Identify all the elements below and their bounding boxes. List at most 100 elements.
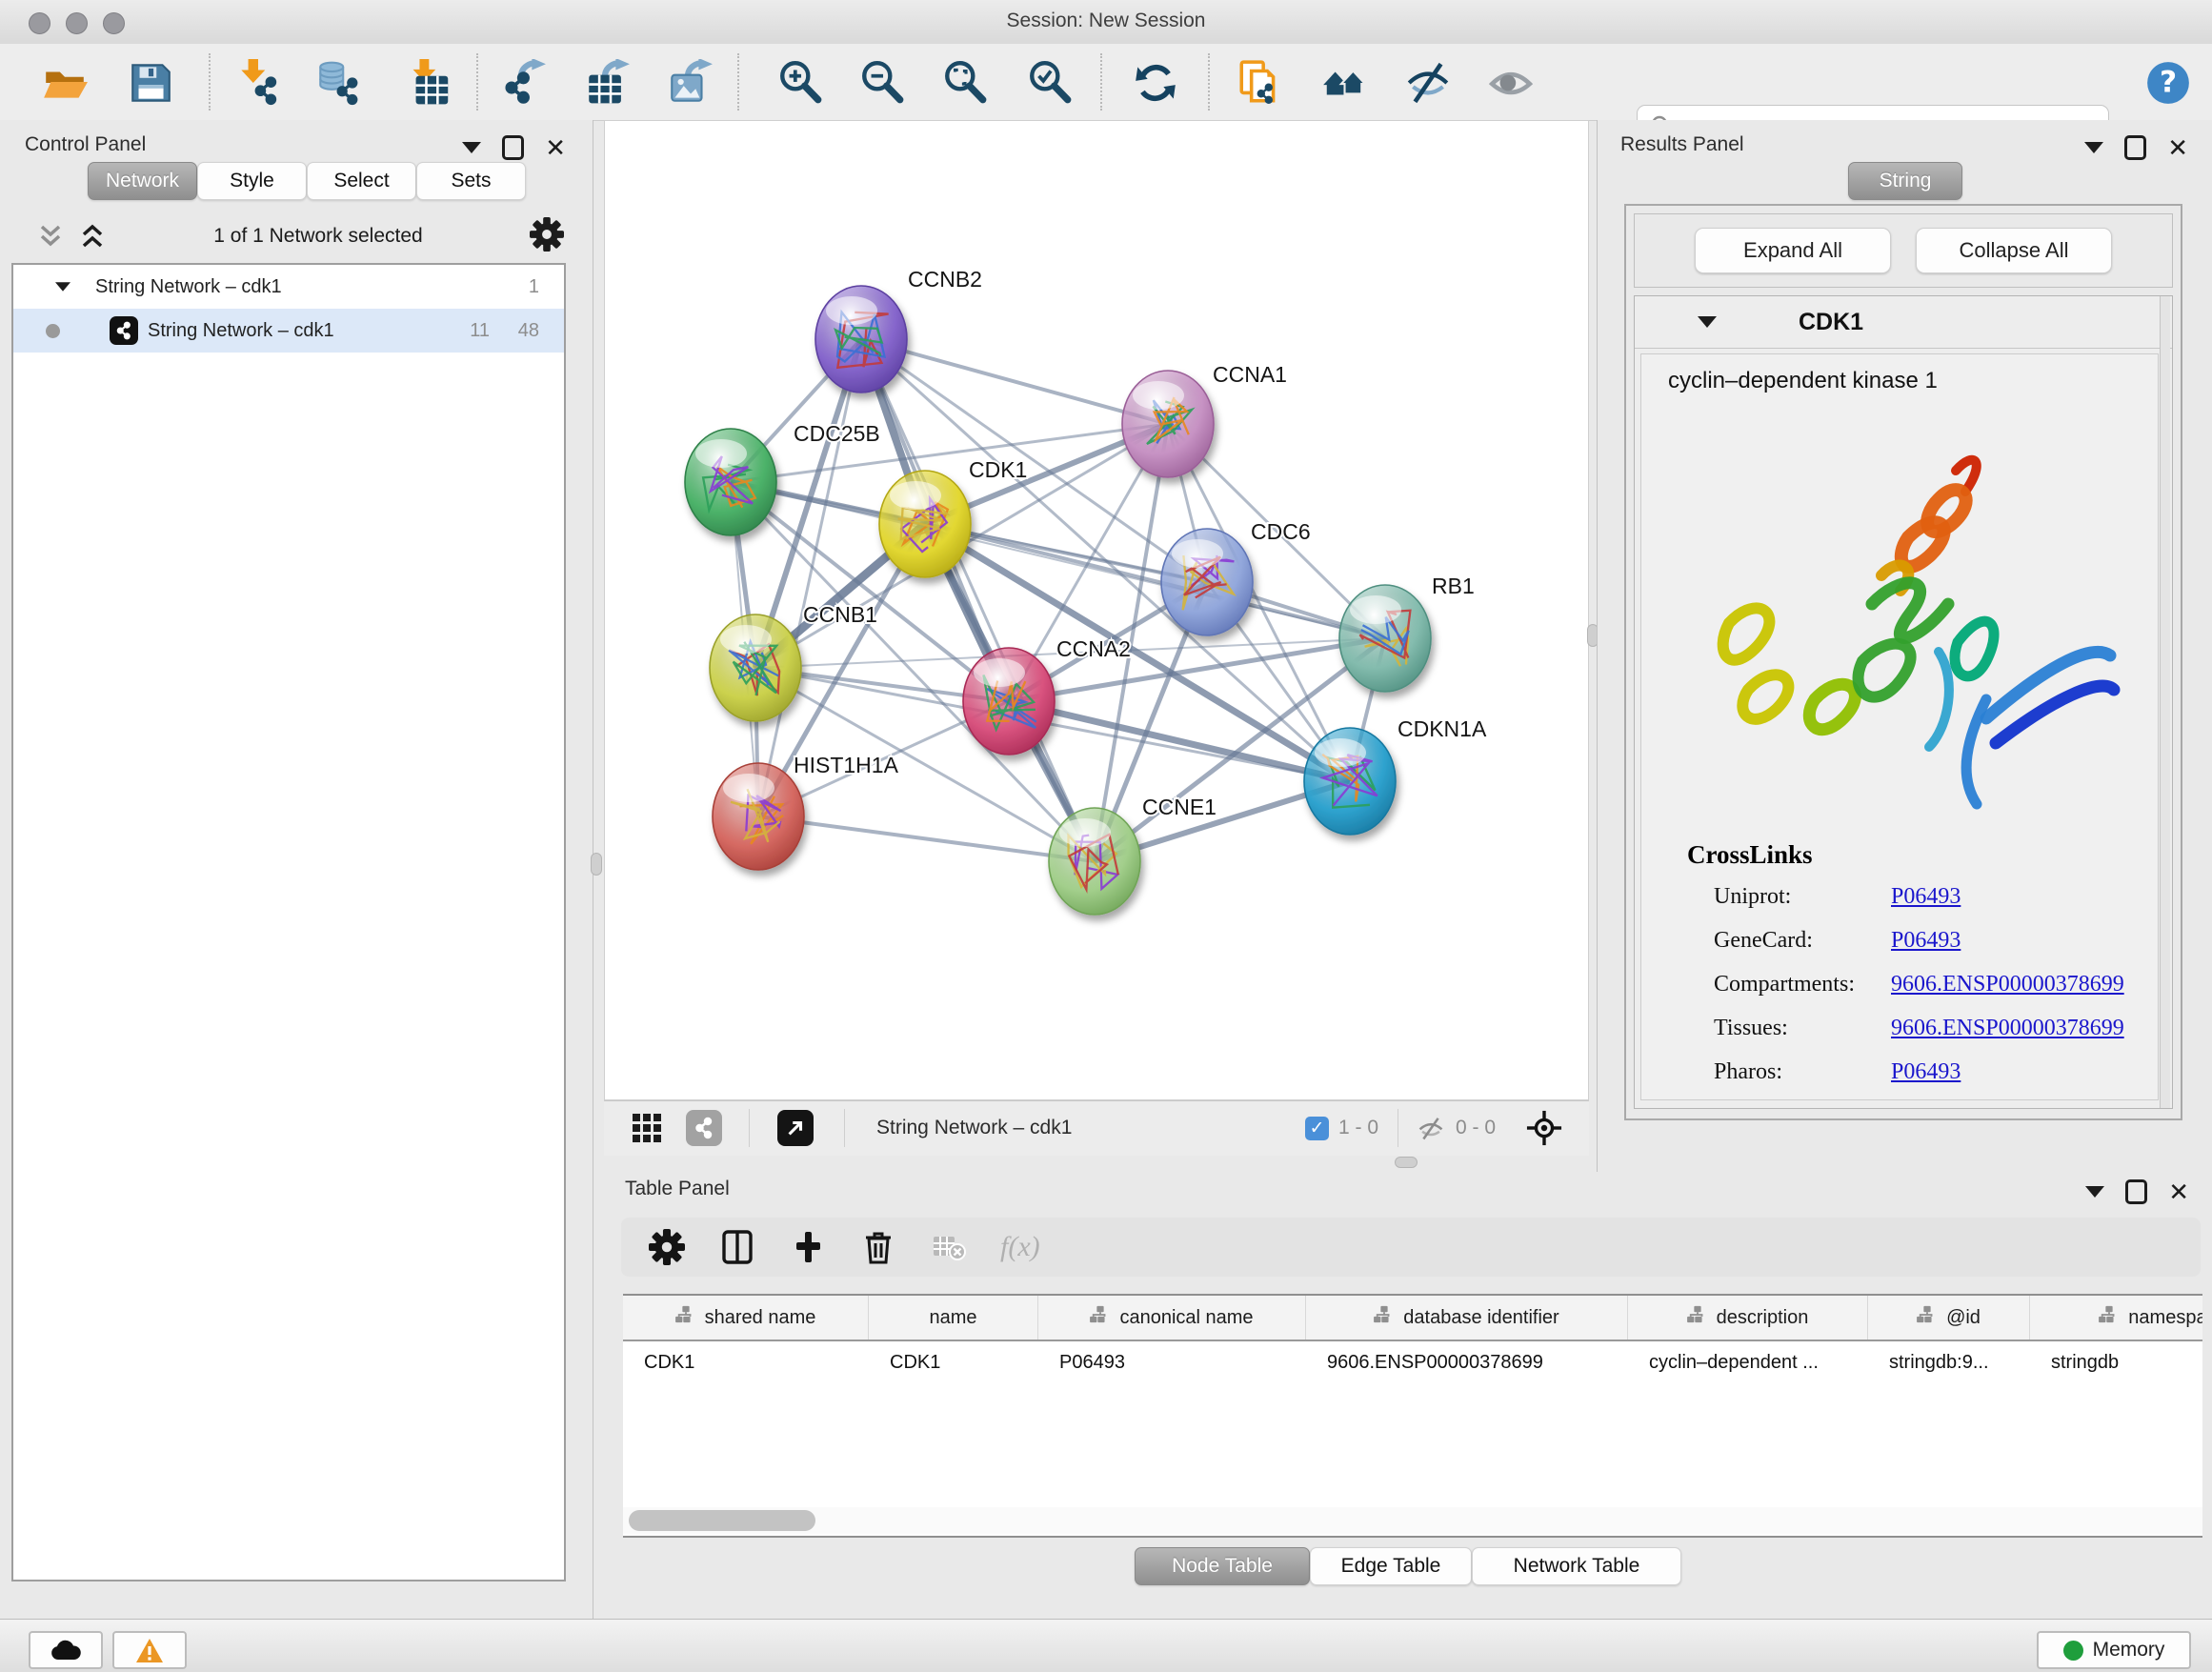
table-panel-close-icon[interactable]: ✕ [2168,1182,2189,1201]
network-share-icon[interactable] [686,1109,722,1147]
expand-all-button[interactable]: Expand All [1695,228,1891,273]
control-panel-close-icon[interactable]: ✕ [545,138,566,157]
edge-CCNE1-CCNB2[interactable] [861,339,1095,861]
node-table[interactable]: shared name name canonical name database… [623,1294,2202,1538]
import-network-database-icon[interactable] [312,57,364,109]
hidden-nodes-indicator[interactable]: 0 - 0 [1416,1109,1496,1147]
node-HIST1H1A[interactable] [713,763,804,870]
results-panel-collapse-icon[interactable] [2084,142,2103,153]
refresh-icon[interactable] [1130,57,1181,109]
function-builder-icon[interactable]: f(x) [1000,1231,1040,1263]
column-header-description[interactable]: description [1628,1296,1868,1340]
results-scrollbar[interactable] [2160,296,2170,1108]
column-header-databaseidentifier[interactable]: database identifier [1306,1296,1628,1340]
zoom-out-icon[interactable] [856,57,908,109]
node-CCNE1[interactable] [1049,808,1140,915]
export-network-icon[interactable] [497,57,549,109]
table-options-gear-icon[interactable] [648,1228,686,1266]
open-in-new-window-icon[interactable] [777,1109,814,1147]
column-header-id[interactable]: @id [1868,1296,2030,1340]
crosslink-link[interactable]: 9606.ENSP00000378699 [1891,1016,2124,1041]
results-panel-close-icon[interactable]: ✕ [2167,138,2188,157]
tab-string[interactable]: String [1848,162,1962,200]
cell[interactable]: 9606.ENSP00000378699 [1306,1341,1628,1383]
node-CDKN1A[interactable] [1304,728,1396,835]
results-panel-float-icon[interactable] [2124,135,2146,160]
import-network-file-icon[interactable] [232,57,284,109]
node-CCNA1[interactable] [1122,371,1214,477]
table-row[interactable]: CDK1CDK1P064939606.ENSP00000378699cyclin… [623,1341,2202,1383]
table-panel-float-icon[interactable] [2125,1179,2147,1204]
birdseye-view-icon[interactable] [1526,1109,1562,1147]
crosslink-link[interactable]: P06493 [1891,928,1961,954]
tab-style[interactable]: Style [197,162,307,200]
tab-network[interactable]: Network [88,162,197,200]
eye-icon[interactable] [1485,57,1537,109]
zoom-in-icon[interactable] [774,57,826,109]
table-panel-collapse-icon[interactable] [2085,1186,2104,1198]
control-panel-float-icon[interactable] [502,135,524,160]
bottom-splitter-handle[interactable] [1395,1157,1418,1168]
edge-CCNE1-HIST1H1A[interactable] [758,816,1095,861]
column-header-canonicalname[interactable]: canonical name [1038,1296,1306,1340]
node-CCNB2[interactable] [815,286,907,393]
export-image-icon[interactable] [664,57,715,109]
cell[interactable]: stringdb [2030,1341,2202,1383]
crosslink-link[interactable]: P06493 [1891,884,1961,910]
column-header-name[interactable]: name [869,1296,1038,1340]
collection-expand-icon[interactable] [55,282,70,292]
cell[interactable]: stringdb:9... [1868,1341,2030,1383]
zoom-fit-icon[interactable] [939,57,991,109]
selected-checkbox-icon[interactable]: ✓ [1305,1117,1329,1140]
crosslink-link[interactable]: 9606.ENSP00000378699 [1891,972,2124,997]
tab-sets[interactable]: Sets [416,162,526,200]
cloud-button[interactable] [29,1631,103,1669]
table-hscrollbar[interactable] [623,1507,2202,1534]
cell[interactable]: cyclin–dependent ... [1628,1341,1868,1383]
node-CDC25B[interactable] [685,429,776,535]
open-session-icon[interactable] [39,57,90,109]
edge-CCNB2-HIST1H1A[interactable] [758,339,861,816]
memory-button[interactable]: Memory [2037,1631,2191,1669]
edge-CCNA2-CDKN1A[interactable] [1009,701,1350,781]
expand-all-chevron-icon[interactable] [78,221,107,252]
export-table-icon[interactable] [581,57,633,109]
grid-view-icon[interactable] [631,1109,663,1147]
show-columns-icon[interactable] [718,1228,756,1266]
collapse-all-chevron-icon[interactable] [36,221,65,252]
add-column-icon[interactable] [789,1228,827,1266]
column-header-namespace[interactable]: namespace [2030,1296,2202,1340]
left-splitter-handle[interactable] [591,853,602,876]
cell[interactable]: CDK1 [869,1341,1038,1383]
node-CCNA2[interactable] [963,648,1055,755]
node-CCNB1[interactable] [710,614,801,721]
cell[interactable]: CDK1 [623,1341,869,1383]
crosslink-link[interactable]: P06493 [1891,1059,1961,1085]
node-CDC6[interactable] [1161,529,1253,635]
tab-network-table[interactable]: Network Table [1472,1547,1681,1585]
network-row[interactable]: String Network – cdk1 11 48 [13,309,564,353]
help-icon[interactable]: ? [2142,57,2194,109]
node-result-header[interactable]: CDK1 [1635,296,2172,349]
column-header-sharedname[interactable]: shared name [623,1296,869,1340]
tab-edge-table[interactable]: Edge Table [1310,1547,1472,1585]
import-table-icon[interactable] [400,57,452,109]
zoom-selected-icon[interactable] [1024,57,1076,109]
network-collection-row[interactable]: String Network – cdk1 1 [13,265,564,309]
cell[interactable]: P06493 [1038,1341,1306,1383]
section-collapse-icon[interactable] [1698,316,1717,328]
control-panel-collapse-icon[interactable] [462,142,481,153]
selected-nodes-indicator[interactable]: ✓ 1 - 0 [1305,1109,1378,1147]
collapse-all-button[interactable]: Collapse All [1916,228,2112,273]
delete-column-trash-icon[interactable] [859,1228,897,1266]
node-RB1[interactable] [1339,585,1431,692]
tab-node-table[interactable]: Node Table [1135,1547,1310,1585]
network-canvas[interactable]: CCNB2 CCNA1 CDC25B CDK1 CDC6 RB1 [604,120,1589,1100]
warning-button[interactable] [112,1631,187,1669]
eye-slash-icon[interactable] [1402,57,1454,109]
node-CDK1[interactable] [879,471,971,577]
table-hscrollbar-thumb[interactable] [629,1510,815,1531]
delete-table-icon[interactable] [930,1228,968,1266]
network-options-gear-icon[interactable] [530,217,564,256]
tab-select[interactable]: Select [307,162,416,200]
